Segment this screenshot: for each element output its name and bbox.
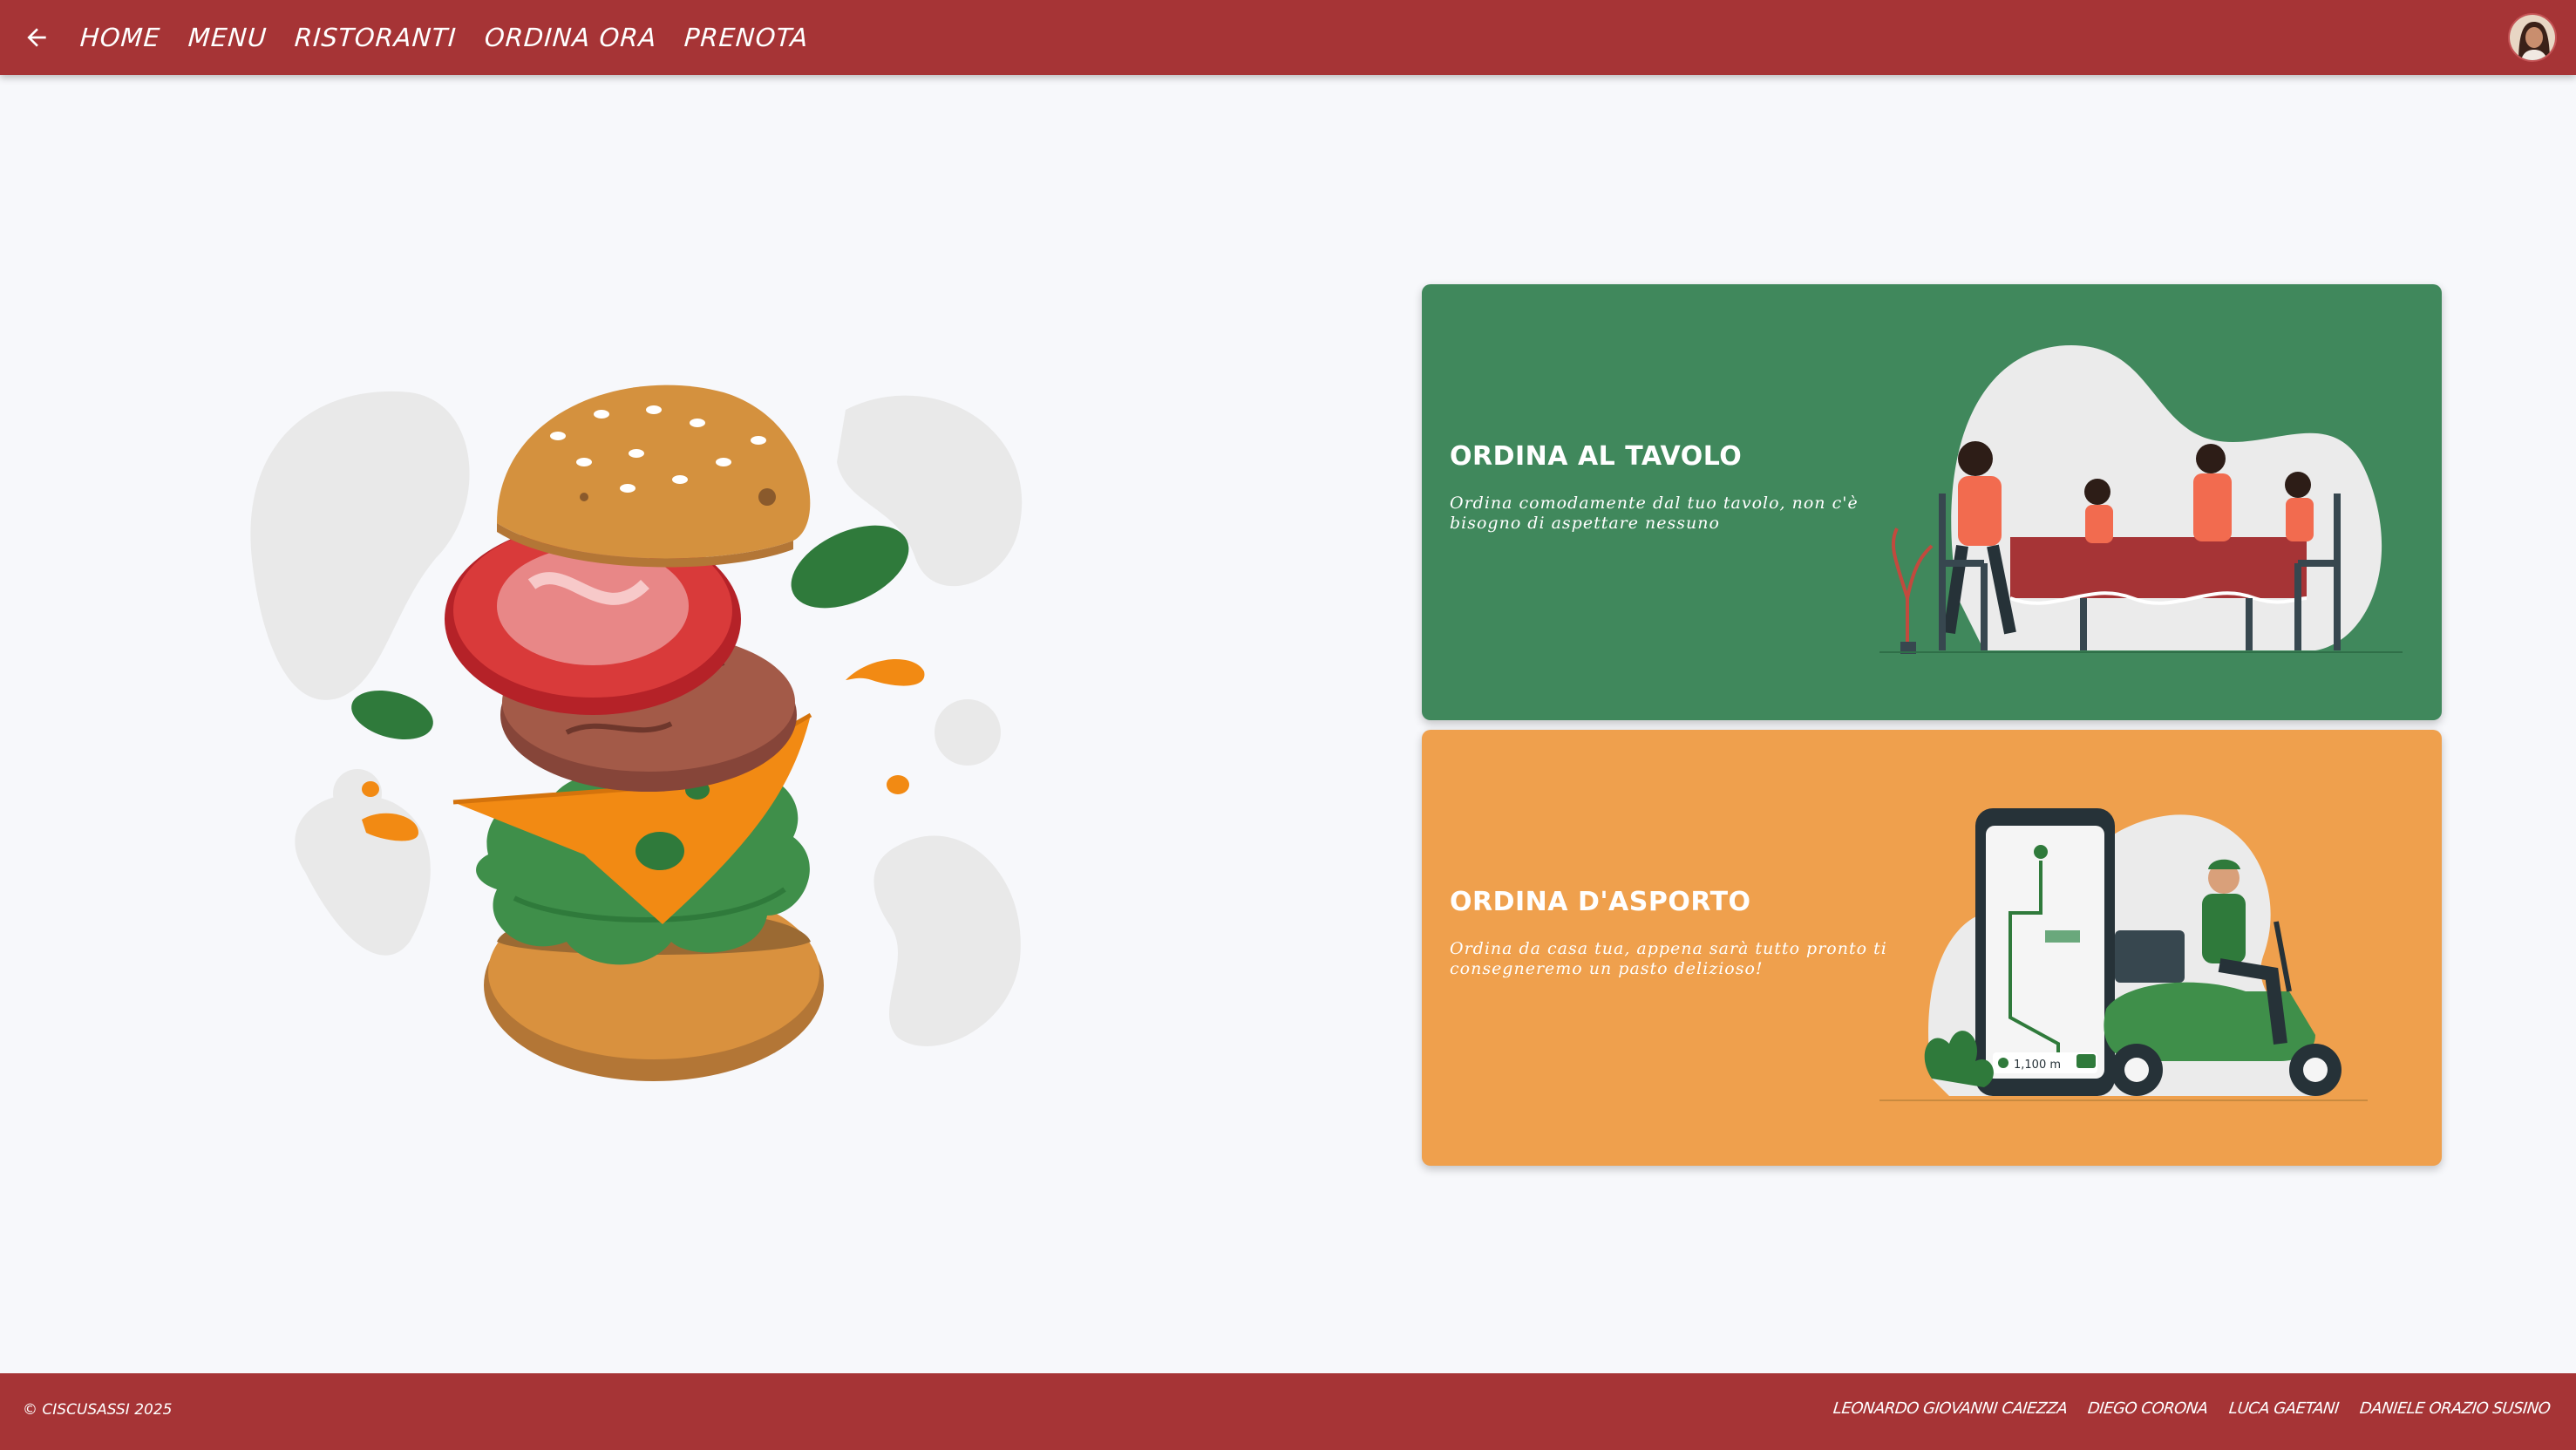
- delivery-scooter-illustration: 1,100 m: [1879, 808, 2368, 1101]
- nav-item-home[interactable]: HOME: [79, 23, 161, 52]
- card-description: Ordina da casa tua, appena sarà tutto pr…: [1450, 939, 1887, 978]
- card-title: ORDINA D'ASPORTO: [1450, 887, 1751, 917]
- phone-distance-text: 1,100 m: [2014, 1059, 2061, 1072]
- authors-list: LEONARDO GIOVANNI CAIEZZA DIEGO CORONA L…: [1812, 1399, 2552, 1418]
- card-description: Ordina comodamente dal tuo tavolo, non c…: [1450, 494, 1859, 533]
- author-name: DANIELE ORAZIO SUSINO: [2358, 1399, 2552, 1418]
- author-name: DIEGO CORONA: [2087, 1399, 2209, 1418]
- arrow-left-icon: [27, 28, 46, 47]
- author-name: LEONARDO GIOVANNI CAIEZZA: [1832, 1399, 2069, 1418]
- top-navbar: HOME MENU RISTORANTI ORDINA ORA PRENOTA: [0, 0, 2576, 75]
- takeaway-order-card[interactable]: ORDINA D'ASPORTO Ordina da casa tua, app…: [1422, 730, 2442, 1166]
- copyright-text: © CISCUSASSI 2025: [23, 1401, 173, 1419]
- user-avatar[interactable]: [2508, 13, 2557, 62]
- family-dining-illustration: [1879, 345, 2403, 654]
- nav-item-ordina-ora[interactable]: ORDINA ORA: [484, 23, 658, 52]
- author-name: LUCA GAETANI: [2227, 1399, 2340, 1418]
- burger-icon: [250, 385, 1023, 1081]
- order-at-table-card[interactable]: ORDINA AL TAVOLO Ordina comodamente dal …: [1422, 284, 2442, 720]
- nav-item-prenota[interactable]: PRENOTA: [683, 23, 810, 52]
- site-footer: © CISCUSASSI 2025 LEONARDO GIOVANNI CAIE…: [0, 1373, 2576, 1450]
- nav-item-ristoranti[interactable]: RISTORANTI: [294, 23, 458, 52]
- main-nav: HOME MENU RISTORANTI ORDINA ORA PRENOTA: [79, 23, 837, 52]
- avatar-icon: [2510, 15, 2555, 60]
- burger-illustration: [235, 331, 1029, 1116]
- back-button[interactable]: [19, 20, 54, 55]
- nav-item-menu[interactable]: MENU: [187, 23, 268, 52]
- card-title: ORDINA AL TAVOLO: [1450, 441, 1743, 472]
